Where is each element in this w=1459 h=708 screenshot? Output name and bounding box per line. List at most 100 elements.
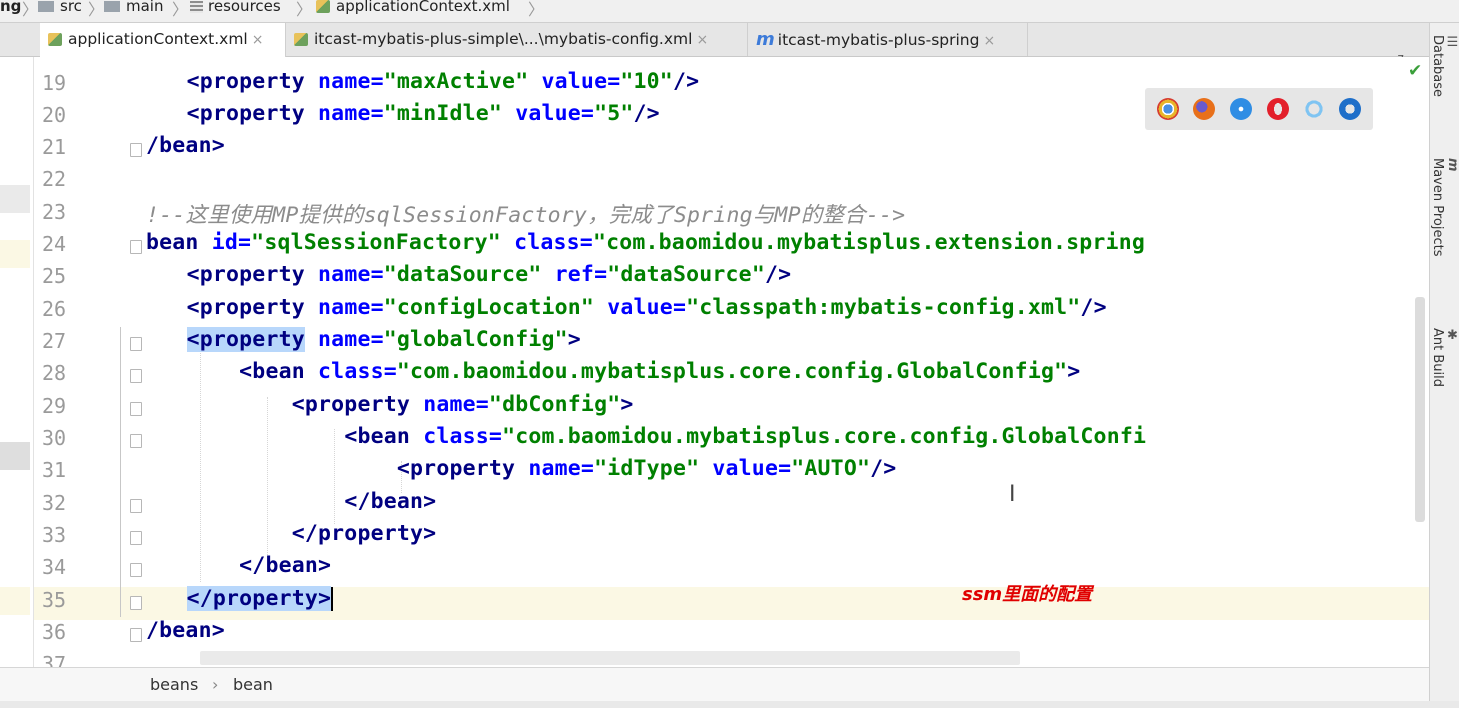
horizontal-scrollbar[interactable] [200, 651, 1020, 665]
line-number: 27 [42, 329, 67, 353]
code-line-27: <property name="globalConfig"> [186, 327, 581, 352]
code-line-31: <property name="idType" value="AUTO"/> [396, 456, 897, 481]
line-number: 20 [42, 103, 67, 127]
code-line-25: <property name="dataSource" ref="dataSou… [186, 262, 792, 287]
line-number: 31 [42, 458, 67, 482]
code-line-35: </property> [186, 586, 334, 611]
tab-applicationcontext[interactable]: applicationContext.xml × [40, 23, 286, 57]
maven-icon: m [1445, 158, 1459, 172]
resources-folder-icon [190, 0, 203, 13]
code-line-30: <bean class="com.baomidou.mybatisplus.co… [344, 424, 1147, 449]
edge-icon[interactable] [1339, 98, 1361, 120]
close-tab-icon[interactable]: × [696, 32, 708, 48]
nav-separator: 〉 [172, 0, 189, 19]
line-number: 21 [42, 135, 67, 159]
nav-item-resources[interactable]: resources [190, 0, 281, 15]
tab-label: applicationContext.xml [68, 30, 248, 48]
code-line-29: <property name="dbConfig"> [291, 392, 634, 417]
folder-icon [38, 1, 54, 12]
line-number: 35 [42, 588, 67, 612]
left-tool-strip [0, 57, 34, 667]
inspection-ok-icon[interactable]: ✔ [1408, 61, 1422, 81]
nav-project[interactable]: ng [0, 0, 21, 15]
tab-mybatis-plus-spring[interactable]: m itcast-mybatis-plus-spring × [748, 23, 1028, 56]
line-number: 34 [42, 555, 67, 579]
line-number: 29 [42, 394, 67, 418]
code-line-33: </property> [291, 521, 437, 546]
code-line-21: /bean> [146, 133, 225, 158]
xml-file-icon [316, 0, 330, 13]
structure-marker[interactable] [0, 442, 30, 470]
annotation-note: ssm里面的配置 [962, 584, 1093, 605]
editor-tab-bar: — applicationContext.xml× itcast-mybatis… [0, 23, 1429, 73]
code-line-34: </bean> [239, 553, 332, 578]
code-editor[interactable]: 19 20 21 22 23 24 25 26 27 28 29 30 31 32 33 34 35 36 37 <… [34, 57, 1429, 667]
text-caret [331, 587, 334, 611]
tool-maven-projects[interactable]: m Maven Projects [1430, 158, 1459, 257]
database-icon: ☰ [1445, 35, 1459, 50]
tab-label: itcast-mybatis-plus-simple\...\mybatis-c… [314, 30, 693, 48]
line-number: 28 [42, 361, 67, 385]
tab-mybatis-config[interactable]: itcast-mybatis-plus-simple\...\mybatis-c… [286, 23, 748, 56]
opera-icon[interactable] [1267, 98, 1289, 120]
breadcrumb-beans[interactable]: beans [150, 675, 198, 694]
code-line-23: !--这里使用MP提供的sqlSessionFactory，完成了Spring与… [146, 203, 906, 228]
code-line-32: </bean> [344, 489, 437, 514]
breadcrumb-separator: › [212, 675, 219, 694]
xml-file-icon [48, 33, 62, 46]
nav-item-main[interactable]: main [104, 0, 163, 15]
line-number: 36 [42, 620, 67, 644]
vertical-scrollbar[interactable] [1415, 297, 1425, 522]
nav-separator: 〉 [88, 0, 105, 19]
line-number: 33 [42, 523, 67, 547]
xml-file-icon [294, 33, 308, 46]
code-line-24: bean id="sqlSessionFactory" class="com.b… [146, 230, 1145, 255]
nav-item-file[interactable]: applicationContext.xml [316, 0, 510, 15]
folder-icon [104, 1, 120, 12]
navigation-bar: ng 〉 src 〉 main 〉 resources 〉 applicatio… [0, 0, 1459, 23]
line-number: 32 [42, 491, 67, 515]
right-tool-window-bar: ☰ Database m Maven Projects ✱ Ant Build [1429, 23, 1459, 708]
nav-item-src[interactable]: src [38, 0, 82, 15]
fold-marker-icon[interactable] [130, 143, 142, 157]
firefox-icon[interactable] [1193, 98, 1215, 120]
line-number: 37 [42, 652, 67, 667]
browser-preview-toolbar [1145, 88, 1373, 130]
safari-icon[interactable] [1230, 98, 1252, 120]
tool-database[interactable]: ☰ Database [1430, 35, 1459, 97]
line-number: 19 [42, 71, 67, 95]
code-line-28: <bean class="com.baomidou.mybatisplus.co… [239, 359, 1081, 384]
line-marker [0, 587, 30, 615]
fold-marker-icon[interactable] [130, 240, 142, 254]
nav-separator: 〉 [296, 0, 313, 19]
line-number: 25 [42, 264, 67, 288]
fold-marker-icon[interactable] [130, 628, 142, 642]
bottom-edge [0, 701, 1459, 708]
ant-icon: ✱ [1445, 328, 1459, 343]
line-number: 30 [42, 426, 67, 450]
selected-block-guide [120, 327, 121, 617]
structure-marker[interactable] [0, 185, 30, 213]
code-line-26: <property name="configLocation" value="c… [186, 295, 1107, 320]
line-number: 26 [42, 297, 67, 321]
line-number: 23 [42, 200, 67, 224]
line-marker [0, 240, 30, 268]
line-number: 24 [42, 232, 67, 256]
ie-icon[interactable] [1303, 98, 1325, 120]
maven-m-icon: m [756, 29, 775, 50]
nav-separator: 〉 [528, 0, 545, 19]
code-line-19: <property name="maxActive" value="10"/> [186, 69, 700, 94]
close-tab-icon[interactable]: × [983, 33, 995, 49]
code-line-36: /bean> [146, 618, 225, 643]
line-number: 22 [42, 167, 67, 191]
structure-breadcrumb: beans › bean [0, 667, 1429, 702]
tab-label: itcast-mybatis-plus-spring [777, 31, 980, 49]
mouse-text-cursor-icon: I [1009, 482, 1016, 507]
close-tab-icon[interactable]: × [252, 32, 264, 48]
nav-separator: 〉 [22, 0, 39, 19]
tool-ant-build[interactable]: ✱ Ant Build [1430, 328, 1459, 387]
code-line-20: <property name="minIdle" value="5"/> [186, 101, 660, 126]
breadcrumb-bean[interactable]: bean [233, 675, 273, 694]
chrome-icon[interactable] [1157, 98, 1179, 120]
line-number-gutter: 19 20 21 22 23 24 25 26 27 28 29 30 31 32 33 34 35 36 37 [34, 57, 142, 667]
